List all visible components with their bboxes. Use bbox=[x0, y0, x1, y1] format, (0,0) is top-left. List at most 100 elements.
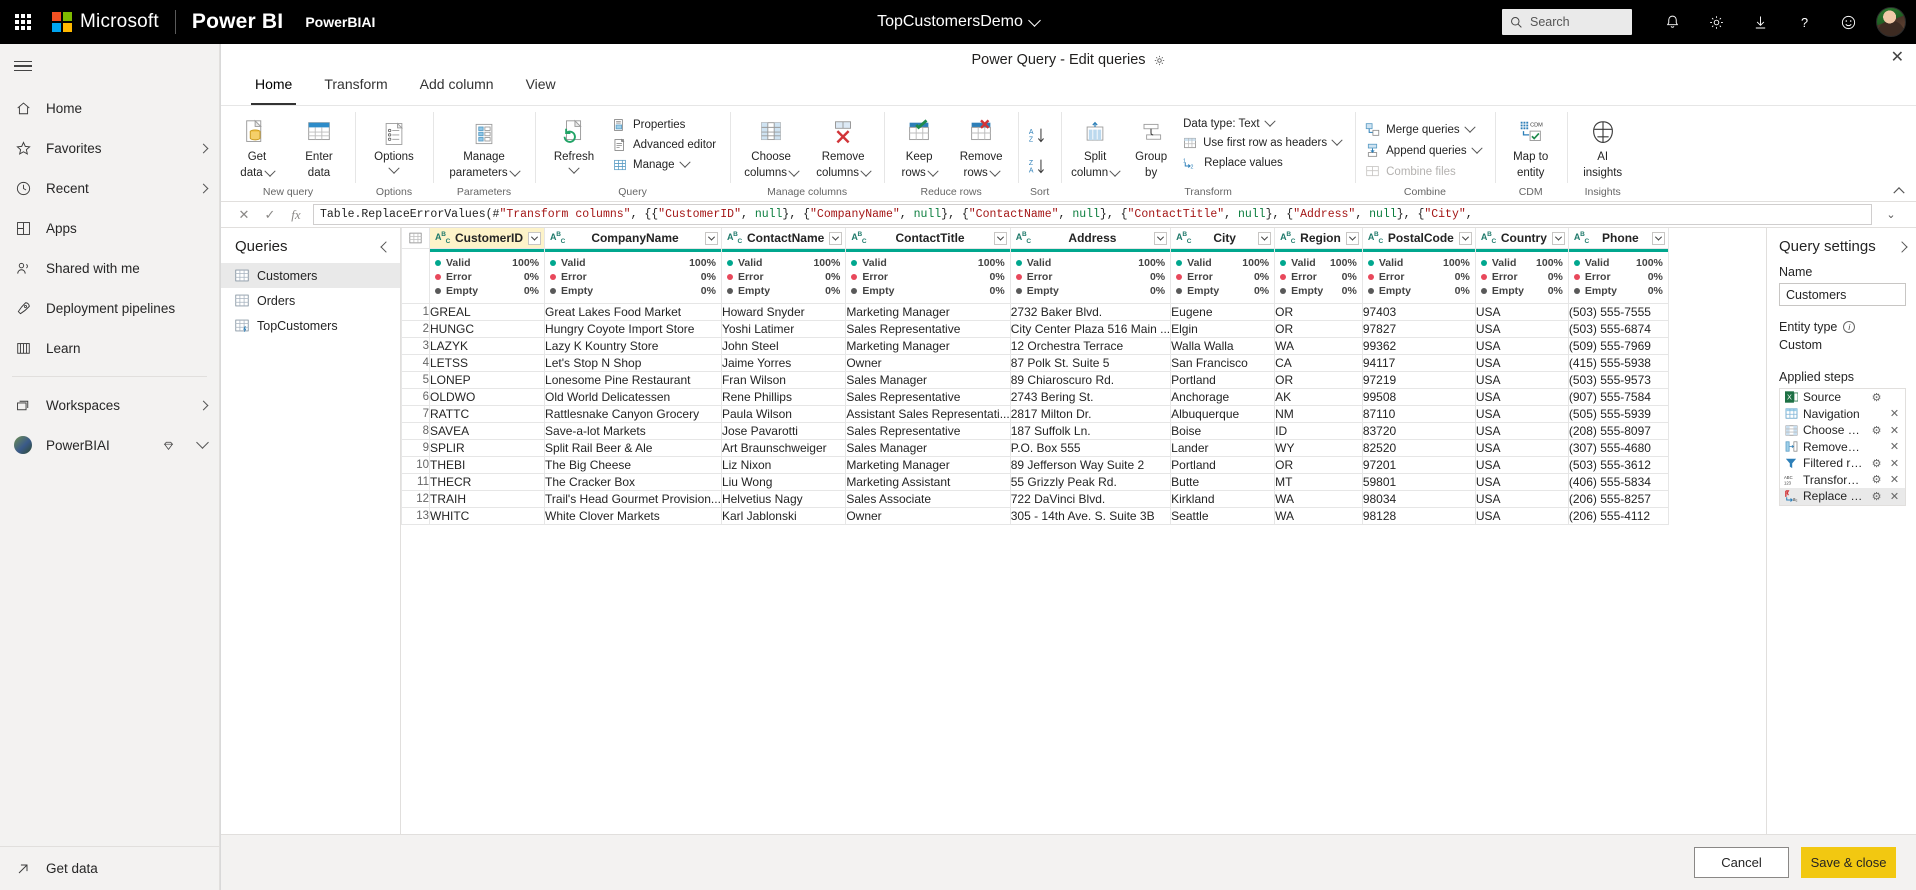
cell-city[interactable]: Walla Walla bbox=[1170, 337, 1276, 355]
column-filter-button[interactable] bbox=[1258, 231, 1272, 245]
sidebar-item-recent[interactable]: Recent bbox=[0, 168, 219, 208]
cell-contacttitle[interactable]: Sales Representative bbox=[845, 388, 1011, 406]
applied-step-replace-errors[interactable]: a₂ Replace errors ⚙ ✕ bbox=[1780, 488, 1905, 505]
cell-country[interactable]: USA bbox=[1474, 337, 1569, 355]
cell-companyname[interactable]: The Big Cheese bbox=[544, 456, 722, 474]
cell-customerid[interactable]: LETSS bbox=[428, 354, 546, 372]
sidebar-item-apps[interactable]: Apps bbox=[0, 208, 219, 248]
cell-customerid[interactable]: WHITC bbox=[428, 507, 546, 525]
table-row[interactable]: 8 SAVEA Save-a-lot Markets Jose Pavarotti Sa… bbox=[401, 422, 1669, 440]
fx-icon[interactable]: fx bbox=[287, 207, 305, 223]
delete-step-icon[interactable]: ✕ bbox=[1888, 407, 1901, 420]
cell-phone[interactable]: (503) 555-3612 bbox=[1567, 456, 1669, 474]
data-preview-grid[interactable]: ABC CustomerID ABC CompanyName ABC ContactNam… bbox=[401, 228, 1766, 852]
sidebar-item-current-workspace[interactable]: PowerBIAI bbox=[0, 425, 219, 465]
chevron-down-icon[interactable] bbox=[568, 162, 580, 175]
table-row[interactable]: 7 RATTC Rattlesnake Canyon Grocery Paula Wi… bbox=[401, 405, 1669, 423]
delete-step-icon[interactable]: ✕ bbox=[1888, 457, 1901, 470]
cell-address[interactable]: 55 Grizzly Peak Rd. bbox=[1009, 473, 1172, 491]
cell-phone[interactable]: (503) 555-9573 bbox=[1567, 371, 1669, 389]
tab-home[interactable]: Home bbox=[241, 76, 306, 105]
cell-region[interactable]: OR bbox=[1274, 371, 1363, 389]
cell-customerid[interactable]: THECR bbox=[428, 473, 546, 491]
cell-customerid[interactable]: RATTC bbox=[428, 405, 546, 423]
cell-contacttitle[interactable]: Marketing Assistant bbox=[845, 473, 1011, 491]
sort-descending-button[interactable]: ZA bbox=[1026, 155, 1053, 178]
cell-country[interactable]: USA bbox=[1474, 422, 1569, 440]
cell-customerid[interactable]: LAZYK bbox=[428, 337, 546, 355]
chevron-down-icon[interactable] bbox=[1463, 121, 1476, 133]
sidebar-item-workspaces[interactable]: Workspaces bbox=[0, 385, 219, 425]
cell-postalcode[interactable]: 98128 bbox=[1361, 507, 1476, 525]
cell-country[interactable]: USA bbox=[1474, 303, 1569, 321]
delete-step-icon[interactable]: ✕ bbox=[1888, 490, 1901, 503]
cell-city[interactable]: Boise bbox=[1170, 422, 1276, 440]
cell-customerid[interactable]: THEBI bbox=[428, 456, 546, 474]
refresh-button[interactable]: Refresh bbox=[543, 110, 605, 175]
cell-region[interactable]: WA bbox=[1274, 507, 1363, 525]
cell-customerid[interactable]: GREAL bbox=[428, 303, 546, 321]
cell-postalcode[interactable]: 94117 bbox=[1361, 354, 1476, 372]
cell-contacttitle[interactable]: Sales Representative bbox=[845, 320, 1011, 338]
cell-customerid[interactable]: SPLIR bbox=[428, 439, 546, 457]
save-and-close-button[interactable]: Save & close bbox=[1801, 847, 1896, 878]
cell-companyname[interactable]: Rattlesnake Canyon Grocery bbox=[544, 405, 722, 423]
cell-city[interactable]: Portland bbox=[1170, 456, 1276, 474]
cell-city[interactable]: San Francisco bbox=[1170, 354, 1276, 372]
column-filter-button[interactable] bbox=[1651, 231, 1665, 245]
cell-address[interactable]: 2743 Bering St. bbox=[1009, 388, 1172, 406]
column-header-country[interactable]: ABC Country bbox=[1474, 228, 1569, 249]
cell-companyname[interactable]: White Clover Markets bbox=[544, 507, 722, 525]
cell-city[interactable]: Eugene bbox=[1170, 303, 1276, 321]
cell-region[interactable]: NM bbox=[1274, 405, 1363, 423]
column-header-region[interactable]: ABC Region bbox=[1274, 228, 1363, 249]
table-row[interactable]: 2 HUNGC Hungry Coyote Import Store Yoshi La… bbox=[401, 320, 1669, 338]
chevron-right-icon[interactable] bbox=[198, 183, 209, 193]
cell-companyname[interactable]: Old World Delicatessen bbox=[544, 388, 722, 406]
cell-country[interactable]: USA bbox=[1474, 354, 1569, 372]
cell-region[interactable]: OR bbox=[1274, 320, 1363, 338]
app-launcher-button[interactable] bbox=[0, 0, 46, 44]
cell-city[interactable]: Seattle bbox=[1170, 507, 1276, 525]
powerbi-wordmark[interactable]: Power BI bbox=[192, 10, 283, 34]
cell-country[interactable]: USA bbox=[1474, 371, 1569, 389]
options-button[interactable]: Options bbox=[363, 110, 425, 175]
cell-phone[interactable]: (503) 555-7555 bbox=[1567, 303, 1669, 321]
chevron-down-icon[interactable] bbox=[1028, 13, 1041, 27]
cell-companyname[interactable]: Hungry Coyote Import Store bbox=[544, 320, 722, 338]
chevron-down-icon[interactable] bbox=[860, 165, 872, 177]
cancel-button[interactable]: Cancel bbox=[1694, 847, 1789, 878]
chevron-down-icon[interactable] bbox=[388, 162, 400, 175]
table-row[interactable]: 3 LAZYK Lazy K Kountry Store John Steel Mark… bbox=[401, 337, 1669, 355]
cell-companyname[interactable]: Trail's Head Gourmet Provision... bbox=[544, 490, 722, 508]
settings-icon[interactable] bbox=[1694, 0, 1738, 44]
cell-contacttitle[interactable]: Sales Manager bbox=[845, 371, 1011, 389]
column-header-address[interactable]: ABC Address bbox=[1009, 228, 1172, 249]
manage-button[interactable]: Manage bbox=[611, 156, 722, 174]
cell-address[interactable]: 187 Suffolk Ln. bbox=[1009, 422, 1172, 440]
group-by-button[interactable]: Group by bbox=[1127, 110, 1175, 180]
cell-contacttitle[interactable]: Assistant Sales Representati... bbox=[845, 405, 1011, 423]
get-data-button[interactable]: Get data bbox=[0, 846, 219, 890]
cell-phone[interactable]: (505) 555-5939 bbox=[1567, 405, 1669, 423]
cell-city[interactable]: Kirkland bbox=[1170, 490, 1276, 508]
query-item-customers[interactable]: Customers bbox=[221, 263, 400, 288]
cell-contactname[interactable]: Paula Wilson bbox=[720, 405, 847, 423]
cell-region[interactable]: CA bbox=[1274, 354, 1363, 372]
applied-step-removed-dupl[interactable]: Removed dupl... ✕ bbox=[1780, 439, 1905, 456]
cell-contacttitle[interactable]: Marketing Manager bbox=[845, 303, 1011, 321]
chevron-down-icon[interactable] bbox=[989, 165, 1001, 177]
column-filter-button[interactable] bbox=[1458, 231, 1472, 245]
select-all-cell[interactable] bbox=[401, 228, 430, 249]
chevron-down-icon[interactable] bbox=[264, 165, 276, 177]
chevron-down-icon[interactable]: ⌄ bbox=[1880, 208, 1902, 221]
cell-country[interactable]: USA bbox=[1474, 439, 1569, 457]
collapse-ribbon-button[interactable] bbox=[1892, 186, 1906, 195]
cell-contactname[interactable]: Art Braunschweiger bbox=[720, 439, 847, 457]
column-header-phone[interactable]: ABC Phone bbox=[1567, 228, 1669, 249]
cell-region[interactable]: WY bbox=[1274, 439, 1363, 457]
cell-postalcode[interactable]: 99508 bbox=[1361, 388, 1476, 406]
tab-view[interactable]: View bbox=[512, 76, 570, 105]
cell-companyname[interactable]: Great Lakes Food Market bbox=[544, 303, 722, 321]
delete-step-icon[interactable]: ✕ bbox=[1888, 473, 1901, 486]
